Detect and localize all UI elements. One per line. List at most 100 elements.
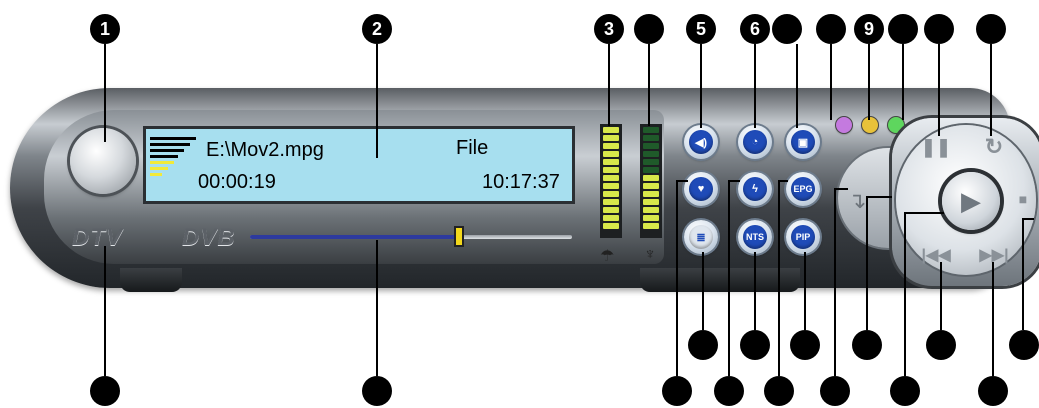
instant-button[interactable]: ϟ (738, 172, 772, 206)
signal-bars-icon (150, 137, 198, 197)
signal-meter[interactable] (640, 124, 662, 238)
pip-button[interactable]: PIP (786, 220, 820, 254)
callout-marker-5: 5 (686, 14, 716, 44)
meter-segment (603, 135, 619, 141)
meter-segment (603, 207, 619, 213)
play-button[interactable]: ▶ (942, 172, 1000, 230)
nts-button[interactable]: NTS (738, 220, 772, 254)
lcd-display: E:\Mov2.mpg File 00:00:19 10:17:37 (143, 126, 575, 204)
mini-icon[interactable]: ↴ (848, 188, 866, 214)
volume-meter[interactable] (600, 124, 622, 238)
callout-marker-23 (764, 376, 794, 406)
callout-marker-24 (820, 376, 850, 406)
leader-line (608, 44, 610, 126)
leader-line (940, 262, 942, 330)
leader-line (700, 44, 702, 128)
yellow-dot-button[interactable] (862, 117, 878, 133)
stopwatch-icon: ◔ (743, 130, 767, 154)
next-button[interactable]: ▶▶| (976, 240, 1012, 270)
favorite-button[interactable]: ♥ (684, 172, 718, 206)
callout-marker-10 (888, 14, 918, 44)
meter-segment (643, 183, 659, 189)
camera-icon: ▣ (791, 130, 815, 154)
speaker-icon: ◀) (689, 130, 713, 154)
callout-marker-16 (852, 330, 882, 360)
leader-line (904, 212, 944, 214)
meter-segment (643, 175, 659, 181)
left-foot (120, 268, 182, 292)
lightning-icon: ϟ (743, 177, 767, 201)
leader-line (938, 44, 940, 136)
timer-button[interactable]: ◔ (738, 125, 772, 159)
callout-marker-20 (362, 376, 392, 406)
repeat-button[interactable]: ↻ (976, 132, 1012, 162)
callout-marker-18 (1009, 330, 1039, 360)
play-icon: ▶ (961, 185, 981, 216)
lcd-source: File (456, 137, 489, 159)
list-icon: ≣ (689, 225, 713, 249)
purple-dot-button[interactable] (836, 117, 852, 133)
leader-line (778, 180, 788, 182)
meter-segment (603, 183, 619, 189)
meter-segment (603, 175, 619, 181)
leader-line (676, 180, 678, 376)
pip-label: PIP (791, 225, 815, 249)
heart-icon: ♥ (689, 177, 713, 201)
mute-button[interactable]: ◀) (684, 125, 718, 159)
leader-line (1022, 218, 1024, 330)
callout-marker-21 (662, 376, 692, 406)
meter-segment (603, 159, 619, 165)
seek-thumb[interactable] (454, 226, 464, 247)
seek-bar[interactable] (250, 235, 572, 239)
meter-segment (603, 215, 619, 221)
callout-marker-2: 2 (362, 14, 392, 44)
speaker-meter-icon: ☂ (600, 248, 615, 265)
playlist-button[interactable]: ≣ (684, 220, 718, 254)
callout-marker-19 (90, 376, 120, 406)
callout-marker-9: 9 (854, 14, 884, 44)
previous-button[interactable]: |◀◀ (918, 240, 954, 270)
callout-marker-4 (634, 14, 664, 44)
leader-line (992, 262, 994, 376)
leader-line (804, 252, 806, 330)
stop-button[interactable]: ■ (1012, 186, 1034, 212)
meter-segment (603, 223, 619, 229)
dtv-logo: DTV (72, 224, 123, 251)
epg-button[interactable]: EPG (786, 172, 820, 206)
callout-marker-12 (976, 14, 1006, 44)
leader-line (754, 44, 756, 128)
pause-icon: ❚❚ (920, 136, 952, 157)
leader-line (104, 246, 106, 376)
leader-line (1022, 218, 1034, 220)
leader-line (648, 44, 650, 126)
callout-marker-22 (714, 376, 744, 406)
leader-line (728, 180, 730, 376)
callout-marker-7 (772, 14, 802, 44)
callout-marker-6: 6 (740, 14, 770, 44)
callout-marker-3: 3 (594, 14, 624, 44)
callout-marker-8 (816, 14, 846, 44)
leader-line (868, 44, 870, 120)
leader-line (902, 44, 904, 120)
power-button[interactable] (70, 128, 136, 194)
leader-line (830, 44, 832, 120)
meter-segment (643, 191, 659, 197)
leader-line (104, 44, 106, 142)
antenna-meter-icon: ♆ (644, 246, 656, 263)
leader-line (376, 240, 378, 376)
snapshot-button[interactable]: ▣ (786, 125, 820, 159)
leader-line (754, 252, 756, 330)
callout-marker-17 (926, 330, 956, 360)
meter-segment (603, 191, 619, 197)
meter-segment (603, 151, 619, 157)
leader-line (778, 180, 780, 376)
callout-marker-15 (790, 330, 820, 360)
meter-segment (603, 199, 619, 205)
pause-button[interactable]: ❚❚ (918, 132, 954, 162)
callout-marker-26 (978, 376, 1008, 406)
leader-line (866, 196, 892, 198)
meter-segment (643, 223, 659, 229)
callout-marker-11 (924, 14, 954, 44)
leader-line (866, 196, 868, 330)
dvb-logo: DVB (182, 224, 236, 251)
